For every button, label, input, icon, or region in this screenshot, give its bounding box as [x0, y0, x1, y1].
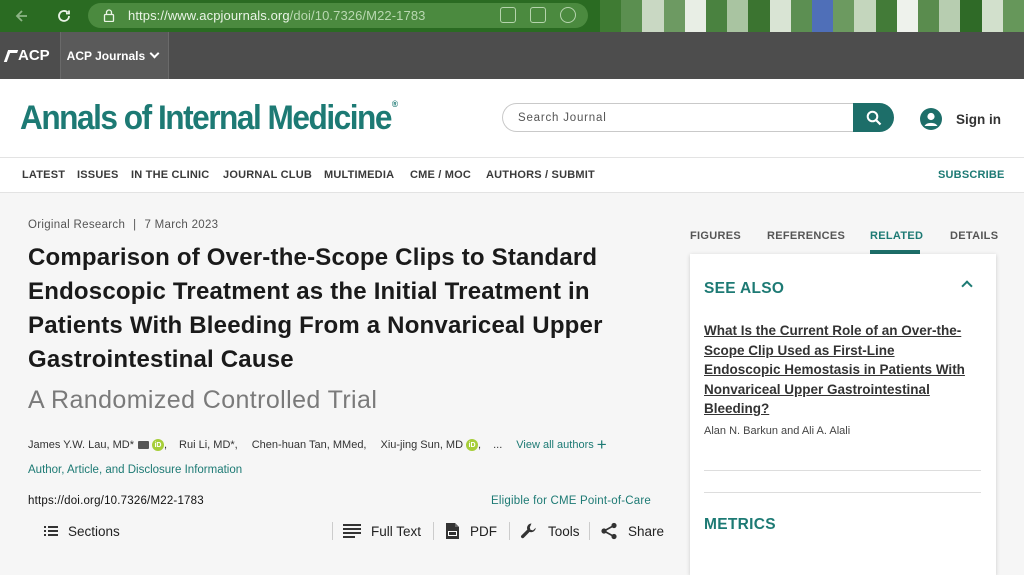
- acp-logo-text: ACP: [18, 47, 50, 64]
- address-bar[interactable]: https://www.acpjournals.org/doi/10.7326/…: [88, 3, 588, 28]
- address-bar-actions: [500, 7, 576, 23]
- url-host: https://www.acpjournals.org: [128, 8, 290, 23]
- journal-header: Annals of Internal Medicine® Sign in: [0, 79, 1024, 157]
- reload-icon[interactable]: [53, 5, 75, 27]
- pixelated-region: [600, 0, 1024, 32]
- pdf-label: PDF: [470, 523, 497, 539]
- list-icon: [44, 525, 58, 537]
- toolbar-divider: [509, 522, 510, 540]
- toolbar-divider: [332, 522, 333, 540]
- article-title: Comparison of Over-the-Scope Clips to St…: [28, 244, 603, 373]
- author-list: James Y.W. Lau, MD* iD, Rui Li, MD*, Chen…: [28, 435, 607, 454]
- related-panel: SEE ALSO What Is the Current Role of an …: [690, 254, 996, 575]
- url-text: https://www.acpjournals.org/doi/10.7326/…: [128, 8, 426, 23]
- related-article-link[interactable]: What Is the Current Role of an Over-the-…: [704, 321, 974, 419]
- author-name: James Y.W. Lau, MD*: [28, 439, 134, 451]
- acp-logo[interactable]: ACP: [3, 32, 61, 79]
- plus-icon: +: [596, 435, 607, 454]
- tab-details[interactable]: DETAILS: [950, 230, 998, 242]
- full-text-label: Full Text: [371, 523, 422, 539]
- sections-button[interactable]: Sections: [44, 519, 120, 543]
- nav-subscribe[interactable]: SUBSCRIBE: [938, 169, 1005, 181]
- right-panel-tabs: FIGURES REFERENCES RELATED DETAILS: [690, 228, 1010, 254]
- nav-authors-submit[interactable]: AUTHORS / SUBMIT: [486, 169, 595, 181]
- author-separator: ,: [163, 439, 168, 451]
- metrics-heading[interactable]: METRICS: [704, 516, 776, 534]
- tools-button[interactable]: Tools: [520, 519, 580, 543]
- search-icon: [866, 110, 881, 125]
- acp-swirl-icon: [3, 49, 19, 62]
- sign-in-button[interactable]: Sign in: [920, 108, 1001, 130]
- wrench-icon: [520, 522, 538, 540]
- article-date: 7 March 2023: [144, 219, 219, 231]
- read-aloud-icon[interactable]: [500, 7, 516, 23]
- see-also-heading[interactable]: SEE ALSO: [704, 280, 784, 298]
- meta-separator: |: [133, 219, 137, 231]
- nav-latest[interactable]: LATEST: [22, 169, 65, 181]
- article-meta: Original Research | 7 March 2023: [28, 219, 218, 231]
- search-button[interactable]: [853, 103, 894, 132]
- search-input[interactable]: [518, 111, 818, 124]
- orcid-icon[interactable]: iD: [466, 439, 479, 451]
- author-li[interactable]: Rui Li, MD*,: [179, 439, 238, 451]
- author-tan[interactable]: Chen-huan Tan, MMed,: [252, 439, 367, 451]
- related-article-authors: Alan N. Barkun and Ali A. Alali: [704, 425, 851, 437]
- app-available-icon[interactable]: [530, 7, 546, 23]
- mail-icon[interactable]: [137, 441, 149, 449]
- panel-divider: [704, 470, 981, 471]
- back-arrow-icon[interactable]: [11, 5, 33, 27]
- author-ellipsis: ...: [493, 439, 503, 451]
- pdf-icon: [445, 522, 460, 540]
- view-all-authors-link[interactable]: View all authors +: [516, 435, 607, 454]
- panel-divider: [704, 492, 981, 493]
- search-box: [502, 103, 854, 132]
- nav-issues[interactable]: ISSUES: [77, 169, 119, 181]
- author-separator: ,: [478, 439, 482, 451]
- favorite-icon[interactable]: [560, 7, 576, 23]
- article-subtitle: A Randomized Controlled Trial: [28, 386, 378, 414]
- orcid-icon[interactable]: iD: [151, 439, 164, 451]
- author-sun[interactable]: Xiu-jing Sun, MD iD,: [380, 439, 482, 451]
- acp-journals-menu[interactable]: ACP Journals: [60, 32, 170, 79]
- sign-in-label: Sign in: [956, 111, 1001, 127]
- sections-label: Sections: [68, 523, 120, 539]
- chevron-up-icon[interactable]: [961, 280, 973, 292]
- acp-journals-label: ACP Journals: [66, 48, 146, 63]
- toolbar-divider: [589, 522, 590, 540]
- url-path: /doi/10.7326/M22-1783: [289, 8, 426, 23]
- chevron-down-icon: [149, 48, 160, 59]
- full-text-button[interactable]: Full Text: [343, 519, 421, 543]
- registered-mark: ®: [391, 99, 399, 109]
- journal-logo[interactable]: Annals of Internal Medicine®: [20, 99, 398, 138]
- user-icon: [920, 108, 942, 130]
- nav-journal-club[interactable]: JOURNAL CLUB: [223, 169, 312, 181]
- share-label: Share: [628, 523, 665, 539]
- journal-title: Annals of Internal Medicine: [20, 99, 392, 137]
- pdf-button[interactable]: PDF: [445, 519, 497, 543]
- cme-eligibility-link[interactable]: Eligible for CME Point-of-Care: [491, 495, 651, 507]
- lock-icon: [102, 9, 116, 23]
- tab-figures[interactable]: FIGURES: [690, 230, 741, 242]
- tab-related[interactable]: RELATED: [870, 230, 923, 242]
- full-text-icon: [343, 523, 361, 539]
- share-icon: [600, 522, 618, 540]
- author-name: Xiu-jing Sun, MD: [380, 439, 464, 451]
- main-nav: LATEST ISSUES IN THE CLINIC JOURNAL CLUB…: [0, 157, 1024, 193]
- article-type: Original Research: [28, 219, 126, 231]
- tab-references[interactable]: REFERENCES: [767, 230, 845, 242]
- acp-network-bar: ACP ACP Journals: [0, 32, 1024, 79]
- browser-toolbar: https://www.acpjournals.org/doi/10.7326/…: [0, 0, 1024, 32]
- tools-label: Tools: [548, 523, 580, 539]
- nav-multimedia[interactable]: MULTIMEDIA: [324, 169, 394, 181]
- disclosure-info-link[interactable]: Author, Article, and Disclosure Informat…: [28, 464, 242, 476]
- author-lau[interactable]: James Y.W. Lau, MD* iD,: [28, 439, 167, 451]
- nav-in-the-clinic[interactable]: IN THE CLINIC: [131, 169, 209, 181]
- nav-cme-moc[interactable]: CME / MOC: [410, 169, 471, 181]
- share-button[interactable]: Share: [600, 519, 664, 543]
- view-all-authors-label: View all authors: [516, 439, 594, 451]
- doi-link[interactable]: https://doi.org/10.7326/M22-1783: [28, 495, 204, 507]
- toolbar-divider: [433, 522, 434, 540]
